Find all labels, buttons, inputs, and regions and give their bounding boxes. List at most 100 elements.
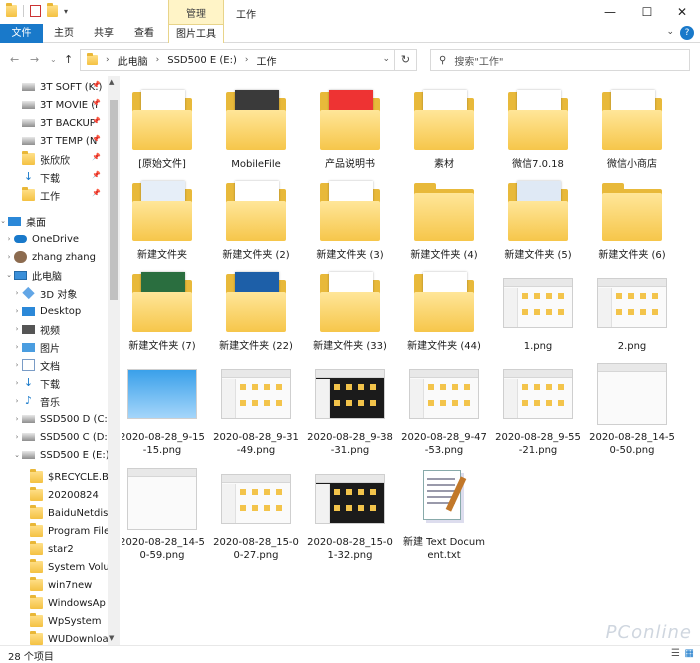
sidebar-item[interactable]: › Desktop: [12, 302, 82, 320]
folder-item[interactable]: 微信7.0.18: [494, 88, 582, 171]
image-file-item[interactable]: 2020-08-28_9-38-31.png: [306, 361, 394, 457]
details-view-icon[interactable]: ☰: [671, 648, 680, 659]
folder-item[interactable]: 新建文件夹 (44): [400, 270, 488, 353]
expand-chevron-icon[interactable]: ⌄: [4, 271, 14, 279]
sidebar-item[interactable]: › 图片: [12, 338, 60, 356]
expand-chevron-icon[interactable]: ›: [12, 289, 22, 297]
image-file-item[interactable]: 2020-08-28_9-15-15.png: [122, 361, 206, 457]
breadcrumb-chevron-icon[interactable]: ›: [106, 55, 110, 65]
image-file-item[interactable]: 2020-08-28_15-01-32.png: [306, 466, 394, 562]
sidebar-item[interactable]: 3T MOVIE (I 📌: [12, 96, 101, 114]
breadcrumb-chevron-icon[interactable]: ›: [156, 55, 160, 65]
scroll-down-icon[interactable]: ▼: [109, 634, 114, 642]
text-file-item[interactable]: 新建 Text Document.txt: [400, 466, 488, 562]
image-file-item[interactable]: 1.png: [494, 270, 582, 353]
sidebar-item[interactable]: star2: [20, 540, 74, 558]
maximize-button[interactable]: ☐: [637, 2, 657, 22]
refresh-icon[interactable]: ↻: [394, 50, 416, 70]
tab-view[interactable]: 查看: [128, 24, 160, 43]
image-file-item[interactable]: 2020-08-28_9-47-53.png: [400, 361, 488, 457]
image-file-item[interactable]: 2020-08-28_14-50-59.png: [122, 466, 206, 562]
properties-icon[interactable]: [30, 5, 41, 17]
scroll-up-icon[interactable]: ▲: [109, 78, 114, 86]
expand-chevron-icon[interactable]: ⌄: [12, 451, 22, 459]
sidebar-item[interactable]: 3T BACKUP 📌: [12, 114, 101, 132]
expand-chevron-icon[interactable]: ›: [12, 433, 22, 441]
address-dropdown-icon[interactable]: ⌄: [382, 54, 390, 64]
tab-share[interactable]: 共享: [88, 24, 120, 43]
close-button[interactable]: ✕: [672, 2, 692, 22]
tab-home[interactable]: 主页: [48, 24, 80, 43]
pin-icon[interactable]: 📌: [92, 135, 101, 143]
breadcrumb-work[interactable]: 工作: [256, 53, 276, 68]
folder-item[interactable]: 新建文件夹 (7): [122, 270, 206, 353]
breadcrumb-chevron-icon[interactable]: ›: [245, 55, 249, 65]
sidebar-item[interactable]: ⌄ 此电脑: [4, 266, 62, 284]
tab-file[interactable]: 文件: [0, 24, 43, 43]
sidebar-item[interactable]: 3T TEMP (N 📌: [12, 132, 101, 150]
folder-item[interactable]: 新建文件夹 (2): [212, 179, 300, 262]
expand-chevron-icon[interactable]: ›: [4, 253, 14, 261]
tab-picture-tools[interactable]: 图片工具: [168, 24, 224, 43]
sidebar-item[interactable]: ↓ 下载 📌: [12, 168, 101, 186]
sidebar-item[interactable]: System Volu: [20, 558, 110, 576]
recent-locations-chevron-icon[interactable]: ⌄: [50, 55, 57, 64]
sidebar-item[interactable]: › 文档: [12, 356, 60, 374]
image-file-item[interactable]: 2020-08-28_9-55-21.png: [494, 361, 582, 457]
expand-chevron-icon[interactable]: ›: [12, 325, 22, 333]
sidebar-item[interactable]: WUDownloa: [20, 630, 109, 645]
pin-icon[interactable]: 📌: [92, 153, 101, 161]
pin-icon[interactable]: 📌: [92, 189, 101, 197]
folder-item[interactable]: 新建文件夹 (5): [494, 179, 582, 262]
customize-chevron-icon[interactable]: ▾: [64, 7, 68, 16]
folder-item[interactable]: 新建文件夹 (22): [212, 270, 300, 353]
address-bar[interactable]: › 此电脑 › SSD500 E (E:) › 工作 ⌄ ↻: [80, 49, 417, 71]
ribbon-expand-chevron-icon[interactable]: ⌄: [666, 27, 674, 37]
expand-chevron-icon[interactable]: ›: [12, 397, 22, 405]
pin-icon[interactable]: 📌: [92, 117, 101, 125]
sidebar-scroll-thumb[interactable]: [110, 100, 118, 300]
image-file-item[interactable]: 2020-08-28_14-50-50.png: [588, 361, 676, 457]
minimize-button[interactable]: —: [600, 2, 620, 22]
folder-item[interactable]: 新建文件夹 (4): [400, 179, 488, 262]
pin-icon[interactable]: 📌: [92, 171, 101, 179]
breadcrumb-this-pc[interactable]: 此电脑: [118, 53, 148, 68]
sidebar-item[interactable]: › 视频: [12, 320, 60, 338]
folder-item[interactable]: 新建文件夹 (33): [306, 270, 394, 353]
folder-item[interactable]: 新建文件夹 (3): [306, 179, 394, 262]
sidebar-item[interactable]: ⌄ SSD500 E (E:): [12, 446, 110, 464]
expand-chevron-icon[interactable]: ›: [12, 415, 22, 423]
folder-item[interactable]: 产品说明书: [306, 88, 394, 171]
new-folder-icon[interactable]: [47, 3, 58, 17]
image-file-item[interactable]: 2020-08-28_9-31-49.png: [212, 361, 300, 457]
folder-item[interactable]: 新建文件夹 (6): [588, 179, 676, 262]
sidebar-item[interactable]: 20200824: [20, 486, 99, 504]
sidebar-item[interactable]: WpSystem: [20, 612, 102, 630]
pin-icon[interactable]: 📌: [92, 81, 101, 89]
back-arrow-icon[interactable]: ←: [10, 53, 19, 66]
expand-chevron-icon[interactable]: ›: [4, 235, 14, 243]
folder-item[interactable]: 微信小商店: [588, 88, 676, 171]
expand-chevron-icon[interactable]: ›: [12, 307, 22, 315]
sidebar-item[interactable]: 张欣欣 📌: [12, 150, 101, 168]
sidebar-item[interactable]: › SSD500 C (D:: [12, 428, 108, 446]
help-icon[interactable]: ?: [680, 26, 694, 40]
folder-item[interactable]: [原始文件]: [122, 88, 206, 171]
sidebar-item[interactable]: Program File: [20, 522, 110, 540]
expand-chevron-icon[interactable]: ›: [12, 361, 22, 369]
sidebar-item[interactable]: ⌄ 桌面: [0, 212, 46, 230]
sidebar-item[interactable]: 3T SOFT (K:) 📌: [12, 78, 102, 96]
sidebar-item[interactable]: BaiduNetdis: [20, 504, 108, 522]
pin-icon[interactable]: 📌: [92, 99, 101, 107]
sidebar-item[interactable]: › ♪ 音乐: [12, 392, 60, 410]
image-file-item[interactable]: 2.png: [588, 270, 676, 353]
large-icons-view-icon[interactable]: ▦: [685, 648, 694, 659]
folder-item[interactable]: 新建文件夹: [122, 179, 206, 262]
sidebar-item[interactable]: WindowsAp: [20, 594, 106, 612]
sidebar-item[interactable]: 工作 📌: [12, 186, 101, 204]
search-box[interactable]: ⚲ 搜索"工作": [430, 49, 690, 71]
expand-chevron-icon[interactable]: ›: [12, 343, 22, 351]
expand-chevron-icon[interactable]: ⌄: [0, 217, 8, 225]
forward-arrow-icon[interactable]: →: [30, 53, 39, 66]
expand-chevron-icon[interactable]: ›: [12, 379, 22, 387]
